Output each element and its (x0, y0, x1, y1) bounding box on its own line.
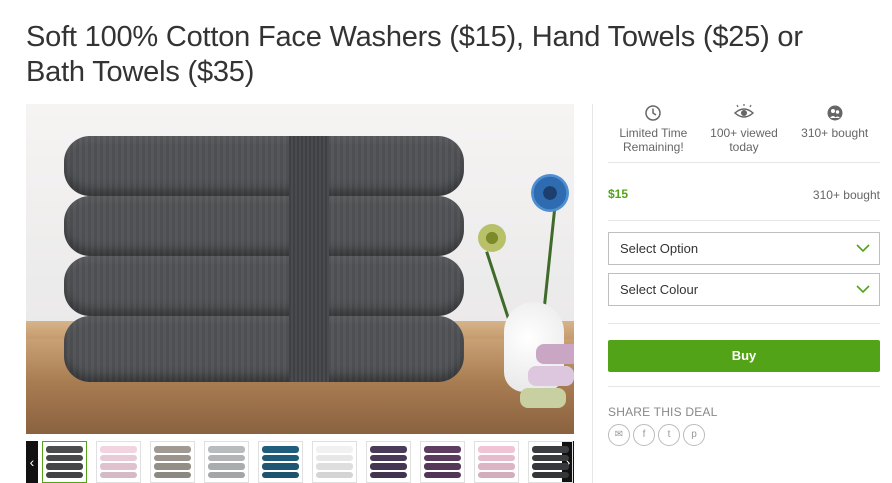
towel-stack-2 (64, 196, 464, 256)
thumbnail-5[interactable] (258, 441, 303, 483)
small-towel-green (520, 388, 566, 408)
twitter-icon[interactable]: t (658, 424, 680, 446)
stat-time-remaining: Limited Time Remaining! (608, 104, 699, 162)
thumbnail-4[interactable] (204, 441, 249, 483)
towel-stack-4 (64, 316, 464, 382)
thumbnail-towel (100, 463, 137, 470)
thumbnail-towel (478, 463, 515, 470)
facebook-icon[interactable]: f (633, 424, 655, 446)
thumbnail-towel (532, 463, 569, 470)
chevron-down-icon (856, 244, 870, 253)
stat-viewed-line1: 100+ viewed (710, 126, 778, 140)
thumbnail-towel (424, 463, 461, 470)
thumbnail-prev-button[interactable]: ‹ (26, 441, 38, 483)
option-select-value: Select Option (620, 241, 699, 256)
divider (608, 323, 880, 324)
share-icons: ✉ f t p (608, 424, 705, 446)
thumbnail-towel (424, 471, 461, 478)
thumbnail-towel (370, 463, 407, 470)
small-towel-lilac (528, 366, 574, 386)
bought-count: 310+ bought (812, 188, 880, 202)
thumbnail-towel (478, 454, 515, 461)
thumbnail-towel (208, 463, 245, 470)
thumbnail-towel (46, 446, 83, 453)
thumbnail-towel (262, 463, 299, 470)
thumbnail-towel (316, 454, 353, 461)
thumbnail-towel (424, 454, 461, 461)
thumbnail-towel (208, 454, 245, 461)
deal-sidebar: Limited Time Remaining! 100+ viewed toda… (592, 104, 880, 483)
option-select[interactable]: Select Option (608, 232, 880, 265)
thumbnail-towel (208, 446, 245, 453)
thumbnail-towel (316, 463, 353, 470)
stat-time-line2: Remaining! (622, 140, 684, 154)
stat-bought: 310+ bought (789, 104, 880, 162)
deal-stats: Limited Time Remaining! 100+ viewed toda… (608, 104, 880, 163)
thumbnail-towel (532, 446, 569, 453)
green-flower (478, 224, 506, 252)
stat-time-line1: Limited Time (619, 126, 688, 140)
divider (608, 386, 880, 387)
colour-select-value: Select Colour (620, 282, 699, 297)
thumbnail-8[interactable] (420, 441, 465, 483)
stat-bought-line1: 310+ bought (801, 126, 869, 140)
thumbnail-towel (208, 471, 245, 478)
pinterest-icon[interactable]: p (683, 424, 705, 446)
small-towel-pink (536, 344, 574, 364)
thumbnail-strip: ‹ › (26, 441, 574, 483)
thumbnail-towel (370, 454, 407, 461)
thumbnail-towel (154, 463, 191, 470)
thumbnail-2[interactable] (96, 441, 141, 483)
thumbnail-towel (370, 471, 407, 478)
thumbnail-7[interactable] (366, 441, 411, 483)
thumbnail-1[interactable] (42, 441, 87, 483)
blue-flower (531, 174, 569, 212)
thumbnail-towel (262, 446, 299, 453)
share-title: SHARE THIS DEAL (608, 405, 718, 419)
thumbnail-towel (46, 463, 83, 470)
price-row: $15 310+ bought (608, 164, 880, 221)
colour-select[interactable]: Select Colour (608, 273, 880, 306)
chevron-down-icon (856, 285, 870, 294)
thumbnail-towel (316, 446, 353, 453)
thumbnail-towel (154, 446, 191, 453)
thumbnail-towel (262, 471, 299, 478)
eye-icon (733, 104, 755, 118)
thumbnail-10[interactable] (528, 441, 573, 483)
thumbnail-towel (46, 454, 83, 461)
thumbnail-towel (532, 471, 569, 478)
thumbnail-towel (424, 446, 461, 453)
thumbnail-6[interactable] (312, 441, 357, 483)
towel-stack-1 (64, 136, 464, 196)
clock-icon (645, 105, 662, 121)
thumbnail-towel (370, 446, 407, 453)
main-product-image[interactable] (26, 104, 574, 434)
towel-stack-3 (64, 256, 464, 316)
thumbnail-towel (46, 471, 83, 478)
thumbnail-towel (532, 454, 569, 461)
thumbnail-towel (100, 446, 137, 453)
thumbnail-3[interactable] (150, 441, 195, 483)
thumbnail-towel (100, 471, 137, 478)
thumbnail-towel (262, 454, 299, 461)
deal-title: Soft 100% Cotton Face Washers ($15), Han… (26, 21, 803, 88)
flower-stem (485, 251, 510, 319)
flower-stem (542, 208, 557, 308)
thumbnail-towel (316, 471, 353, 478)
bought-icon (827, 105, 843, 121)
deal-price: $15 (608, 187, 629, 201)
thumbnail-towel (478, 446, 515, 453)
thumbnail-towel (478, 471, 515, 478)
stat-viewed-line2: today (729, 140, 759, 154)
email-icon[interactable]: ✉ (608, 424, 630, 446)
thumbnail-towel (100, 454, 137, 461)
thumbnail-towel (154, 454, 191, 461)
thumbnail-towel (154, 471, 191, 478)
buy-button[interactable]: Buy (608, 340, 880, 372)
thumbnail-9[interactable] (474, 441, 519, 483)
stat-viewed: 100+ viewed today (699, 104, 790, 162)
